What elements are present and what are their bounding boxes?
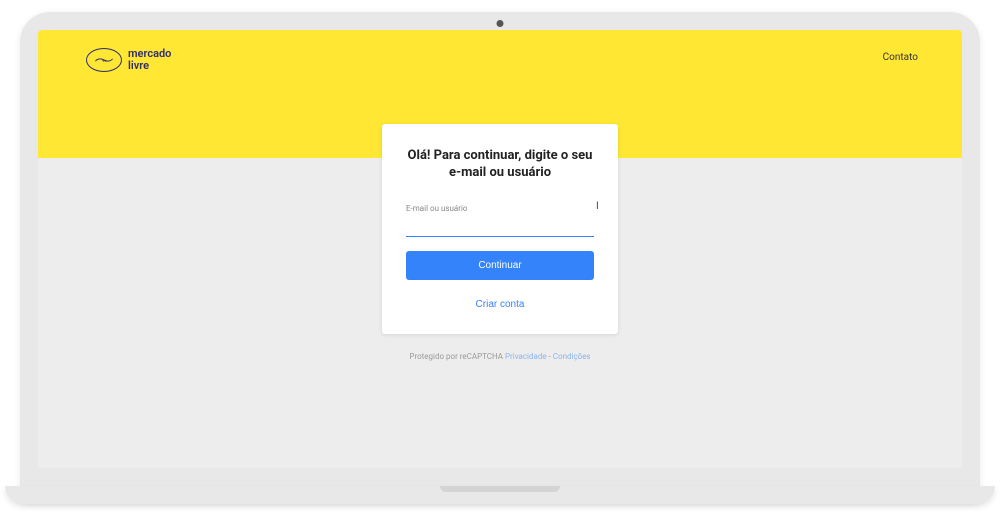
footer-prefix: Protegido por reCAPTCHA (409, 352, 505, 361)
email-label: E-mail ou usuário (406, 204, 594, 213)
content-area: Olá! Para continuar, digite o seu e-mail… (38, 30, 962, 468)
recaptcha-footer: Protegido por reCAPTCHA Privacidade - Co… (409, 352, 590, 361)
camera-dot (497, 20, 504, 27)
screen: mercado livre Contato Olá! Para continua… (38, 30, 962, 468)
laptop-frame: mercado livre Contato Olá! Para continua… (20, 12, 980, 502)
privacy-link[interactable]: Privacidade (505, 352, 547, 361)
login-card: Olá! Para continuar, digite o seu e-mail… (382, 124, 618, 334)
continue-button[interactable]: Continuar (406, 251, 594, 280)
email-field-group: E-mail ou usuário I (406, 204, 594, 237)
card-title: Olá! Para continuar, digite o seu e-mail… (406, 148, 594, 182)
laptop-notch (440, 486, 560, 492)
laptop-base (5, 486, 995, 504)
create-account-button[interactable]: Criar conta (476, 295, 525, 314)
text-cursor-icon: I (596, 201, 599, 212)
terms-link[interactable]: Condições (553, 352, 591, 361)
email-input[interactable] (406, 218, 594, 237)
